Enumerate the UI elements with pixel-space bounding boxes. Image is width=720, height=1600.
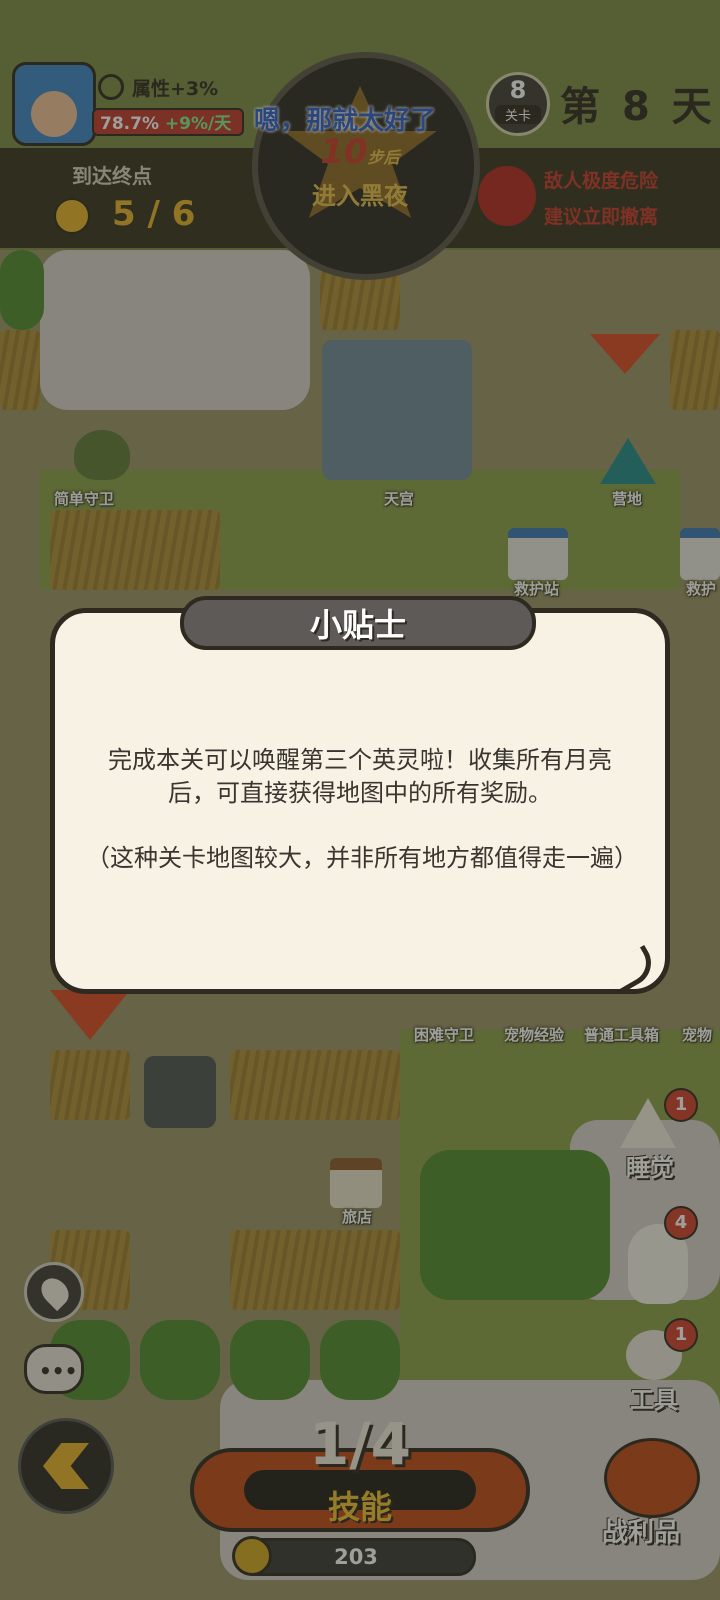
tip-paragraph-1: 完成本关可以唤醒第三个英灵啦！收集所有月亮后，可直接获得地图中的所有奖励。: [108, 746, 612, 807]
tip-paragraph-2: （这种关卡地图较大，并非所有地方都值得走一遍）: [86, 844, 638, 872]
tip-title: 小贴士: [309, 606, 406, 644]
